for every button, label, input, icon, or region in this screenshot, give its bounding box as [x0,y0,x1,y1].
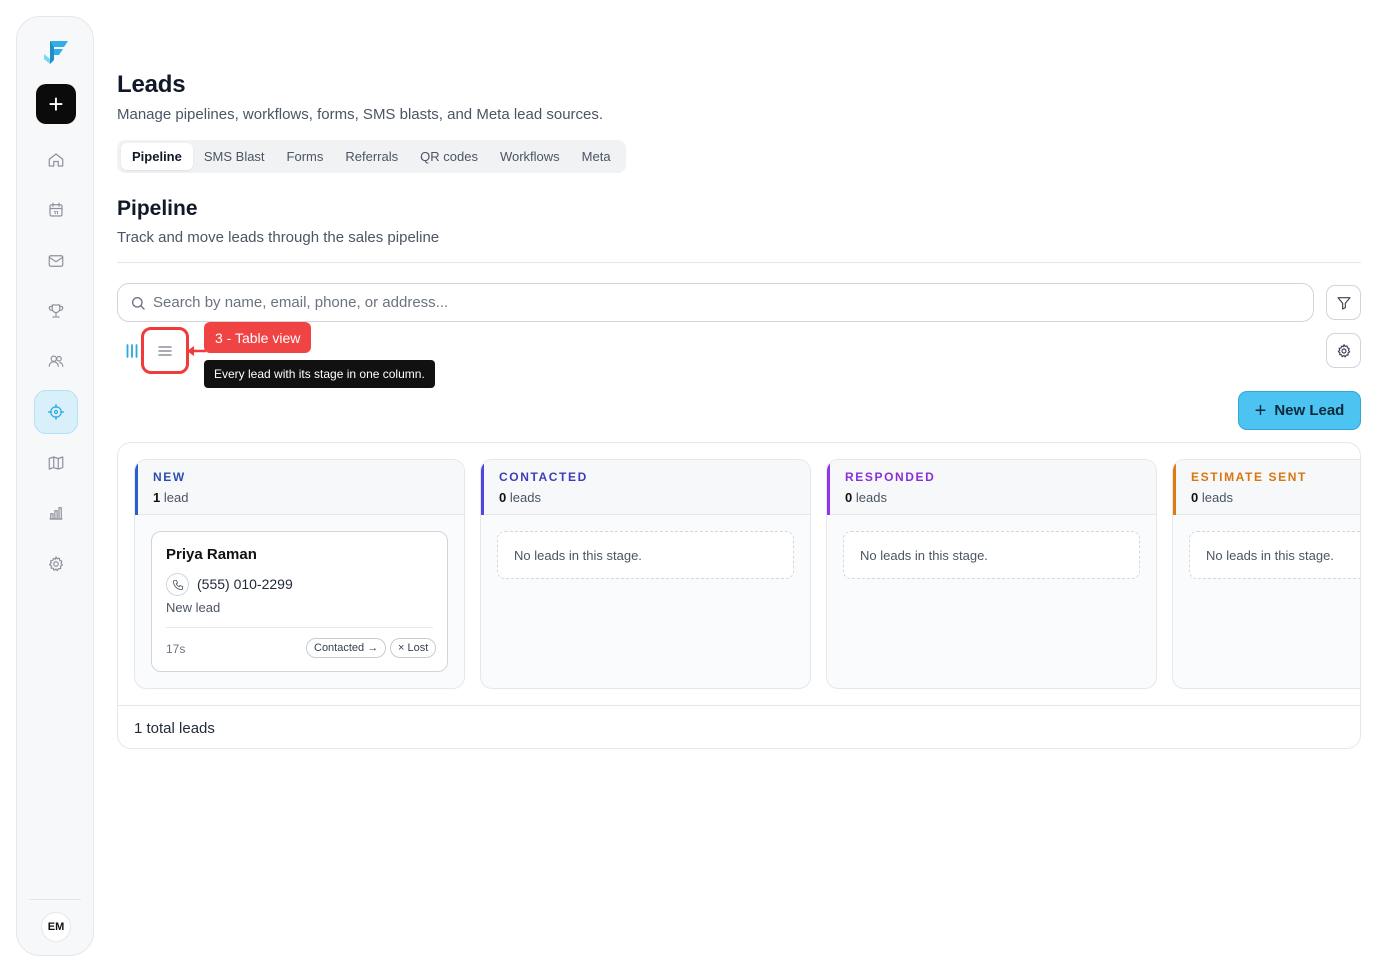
column-header: NEW 1 lead [135,460,464,515]
users-icon [48,355,64,367]
lead-status: New lead [166,600,221,615]
annotation-badge: 3 - Table view [204,322,312,353]
search-bar [117,283,1314,322]
column-accent [481,464,484,515]
lead-age: 17s [166,642,186,656]
search-icon [132,297,145,310]
tab-workflows[interactable]: Workflows [489,143,571,170]
sidebar: + EM [16,16,94,956]
new-lead-button[interactable]: + New Lead [1238,391,1361,430]
section-subtitle: Track and move leads through the sales p… [117,229,440,246]
columns-icon [126,344,138,358]
bar-chart-icon [49,507,63,520]
plus-icon: + [1254,399,1267,422]
column-estimate-sent: ESTIMATE SENT 0 leads No leads in this s… [1172,459,1360,689]
column-header: RESPONDED 0 leads [827,460,1156,515]
nav-mail[interactable] [34,239,78,283]
column-accent [135,464,138,515]
column-accent [1173,464,1176,515]
empty-stage: No leads in this stage. [843,531,1140,579]
user-avatar[interactable]: EM [41,912,71,942]
app-logo[interactable] [41,37,71,67]
filter-button[interactable] [1326,285,1361,320]
mail-icon [48,255,64,267]
section-divider [117,262,1361,263]
board-footer: 1 total leads [118,705,1360,748]
column-count: 0 leads [845,490,887,505]
new-lead-label: New Lead [1274,402,1345,419]
column-title: ESTIMATE SENT [1191,470,1307,484]
nav-calendar[interactable] [34,188,78,232]
section-title: Pipeline [117,197,198,220]
nav-users[interactable] [34,339,78,383]
column-title: NEW [153,470,186,484]
board-view-toggle[interactable] [122,340,142,362]
map-icon [48,456,64,470]
tab-pipeline[interactable]: Pipeline [121,143,193,170]
mark-lost-button[interactable]: × Lost [390,638,437,658]
phone-icon[interactable] [166,573,189,596]
tab-referrals[interactable]: Referrals [334,143,409,170]
filter-icon [1336,296,1351,310]
column-count: 0 leads [1191,490,1233,505]
create-new-button[interactable]: + [36,84,76,124]
crosshair-icon [47,403,65,421]
nav-reports[interactable] [34,491,78,535]
gear-icon [49,556,63,572]
column-header: CONTACTED 0 leads [481,460,810,515]
nav-settings[interactable] [34,542,78,586]
gear-icon [1337,343,1350,357]
total-leads: 1 total leads [134,719,215,737]
home-icon [48,153,64,167]
nav-home[interactable] [34,138,78,182]
board-settings-button[interactable] [1326,333,1361,368]
table-view-toggle[interactable] [141,327,189,374]
column-count: 0 leads [499,490,541,505]
column-contacted: CONTACTED 0 leads No leads in this stage… [480,459,811,689]
nav-leads[interactable] [34,390,78,434]
nav-map[interactable] [34,441,78,485]
pipeline-columns: NEW 1 lead Priya Raman (555) 010-2299 Ne… [118,443,1360,705]
calendar-icon [49,202,63,217]
search-input[interactable] [153,294,1293,311]
leads-tabs: Pipeline SMS Blast Forms Referrals QR co… [117,140,626,173]
tab-forms[interactable]: Forms [276,143,335,170]
empty-stage: No leads in this stage. [497,531,794,579]
page-title: Leads [117,71,186,98]
column-title: CONTACTED [499,470,588,484]
column-new: NEW 1 lead Priya Raman (555) 010-2299 Ne… [134,459,465,689]
page-subtitle: Manage pipelines, workflows, forms, SMS … [117,106,604,123]
lead-card[interactable]: Priya Raman (555) 010-2299 New lead 17s … [151,531,448,672]
pipeline-board: NEW 1 lead Priya Raman (555) 010-2299 Ne… [117,442,1361,749]
sidebar-divider [29,899,81,900]
card-divider [166,627,433,628]
move-to-contacted-button[interactable]: Contacted → [306,638,387,658]
list-icon [158,345,172,356]
empty-stage: No leads in this stage. [1189,531,1360,579]
nav-trophy[interactable] [34,289,78,333]
tab-meta[interactable]: Meta [571,143,622,170]
lead-phone: (555) 010-2299 [197,576,293,592]
tab-qr-codes[interactable]: QR codes [409,143,489,170]
column-header: ESTIMATE SENT 0 leads [1173,460,1360,515]
lead-name: Priya Raman [166,546,257,563]
trophy-icon [48,304,64,318]
column-responded: RESPONDED 0 leads No leads in this stage… [826,459,1157,689]
column-title: RESPONDED [845,470,936,484]
column-count: 1 lead [153,490,189,505]
column-accent [827,464,830,515]
tab-sms-blast[interactable]: SMS Blast [193,143,276,170]
view-tooltip: Every lead with its stage in one column. [204,360,435,388]
